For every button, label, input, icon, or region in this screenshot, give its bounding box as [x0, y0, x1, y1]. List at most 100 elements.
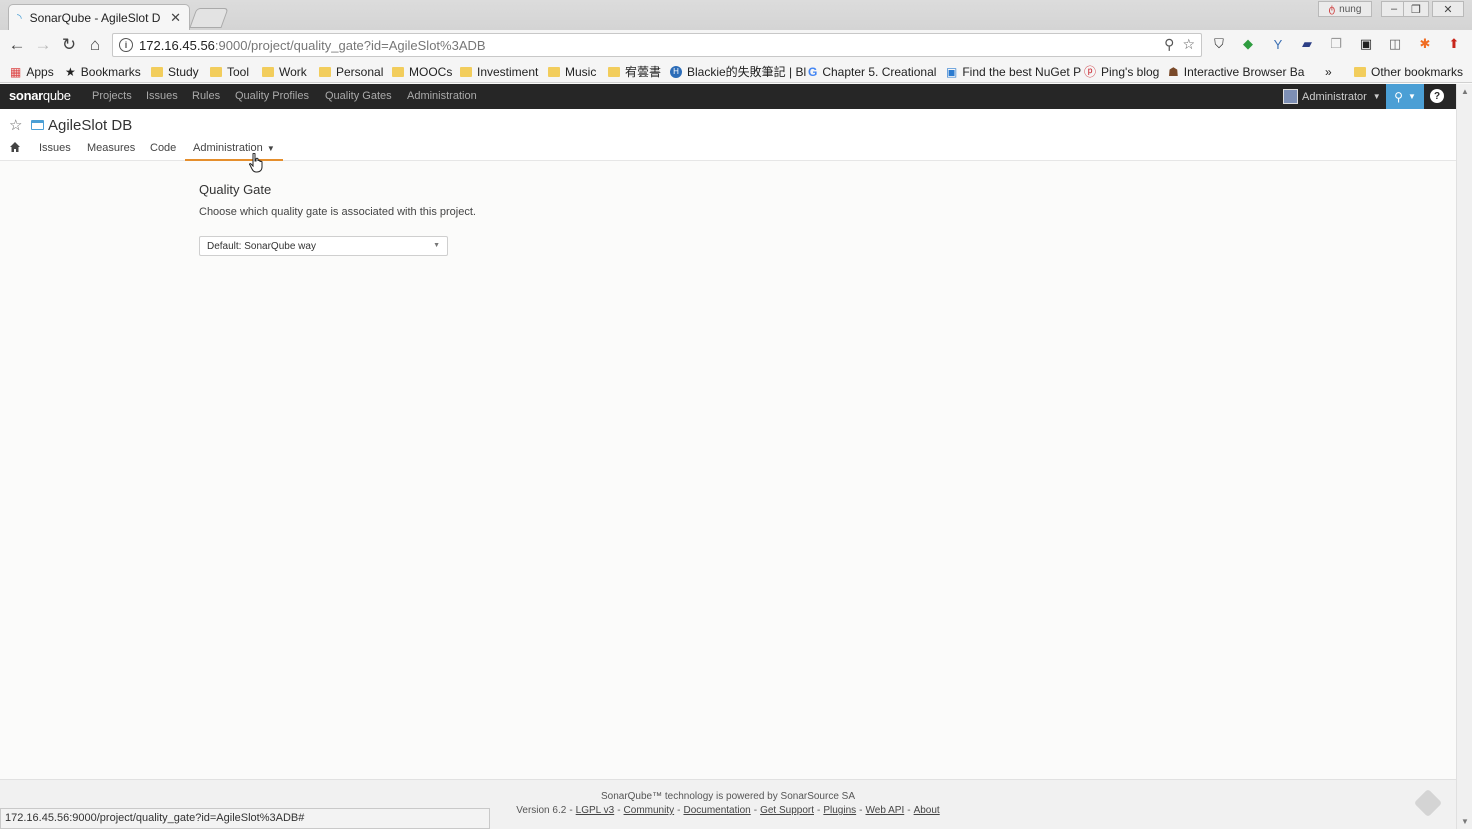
tab-close-icon[interactable]: ✕ [170, 10, 181, 26]
back-button[interactable]: ← [6, 34, 28, 56]
folder-icon [262, 66, 274, 77]
help-icon[interactable]: ? [1430, 89, 1444, 103]
footer-link-license[interactable]: LGPL v3 [576, 805, 615, 816]
bookmark-pings-blog[interactable]: ⓟ Ping's blog [1084, 63, 1159, 80]
orange-extension-icon[interactable]: ✱ [1416, 35, 1434, 53]
pinterest-icon: ⓟ [1084, 65, 1097, 79]
browser-toolbar: ← → ↻ ⌂ i 172.16.45.56:9000/project/qual… [0, 30, 1472, 60]
forward-button[interactable]: → [32, 34, 54, 56]
bookmark-folder-personal[interactable]: Personal [319, 63, 383, 80]
sonarqube-logo[interactable]: sonarqube [9, 88, 71, 103]
quality-gate-select[interactable]: Default: SonarQube way ▼ [199, 236, 448, 256]
footer-link-about[interactable]: About [914, 805, 940, 816]
close-window-button[interactable]: ✕ [1432, 1, 1464, 17]
quality-gate-selected: Default: SonarQube way [207, 240, 316, 252]
project-icon [31, 120, 44, 130]
bookmark-chapter5[interactable]: G Chapter 5. Creational [808, 63, 936, 80]
scroll-up-icon[interactable]: ▲ [1461, 87, 1469, 96]
bookmark-folder-investiment[interactable]: Investiment [460, 63, 538, 80]
bookmark-other[interactable]: Other bookmarks [1354, 63, 1463, 80]
folder-icon [608, 66, 620, 77]
nuget-icon: ▣ [946, 64, 958, 79]
home-button[interactable]: ⌂ [84, 34, 106, 56]
y-extension-icon[interactable]: Y [1269, 35, 1287, 53]
star-icon: ★ [65, 64, 76, 79]
copy-extension-icon[interactable]: ❐ [1327, 35, 1345, 53]
folder-icon [548, 66, 560, 77]
profile-name: nung [1339, 3, 1362, 15]
sonarqube-favicon-icon: ◝ [17, 10, 22, 25]
favorite-star-icon[interactable]: ☆ [9, 116, 22, 134]
info-icon[interactable]: i [119, 38, 133, 52]
bookmark-bookmarks[interactable]: ★ Bookmarks [65, 63, 141, 80]
search-icon: ⚲ [1394, 89, 1403, 104]
new-tab-button[interactable] [189, 8, 229, 28]
nav-quality-profiles[interactable]: Quality Profiles [235, 90, 309, 102]
bookmark-blackie[interactable]: H Blackie的失敗筆記 | Bl [670, 63, 806, 80]
user-menu[interactable]: Administrator ▼ [1283, 89, 1381, 104]
page-description: Choose which quality gate is associated … [199, 206, 476, 218]
bookmark-folder-books[interactable]: 宥蕓書 [608, 63, 661, 80]
zoom-icon[interactable]: ⚲ [1164, 36, 1174, 53]
hand-cursor-icon [249, 153, 263, 173]
global-search-button[interactable]: ⚲ ▼ [1386, 84, 1424, 109]
chevron-down-icon: ▼ [433, 242, 440, 249]
url-host: 172.16.45.56 [139, 37, 215, 53]
project-nav-administration[interactable]: Administration ▼ [185, 142, 283, 161]
bookmark-interactive-browser[interactable]: ☗ Interactive Browser Ba [1168, 63, 1320, 80]
reader-extension-icon[interactable]: ▰ [1298, 35, 1316, 53]
bookmark-folder-work[interactable]: Work [262, 63, 307, 80]
terminal-extension-icon[interactable]: ▣ [1357, 35, 1375, 53]
folder-icon [151, 66, 163, 77]
nav-quality-gates[interactable]: Quality Gates [325, 90, 392, 102]
evernote-extension-icon[interactable]: ◆ [1239, 35, 1257, 53]
footer-powered-by: SonarQube™ technology is powered by Sona… [600, 791, 856, 802]
project-header: ☆ AgileSlot DB Issues Measures Code Admi… [0, 109, 1456, 161]
footer-link-documentation[interactable]: Documentation [683, 805, 750, 816]
red-extension-icon[interactable]: ⬆ [1445, 35, 1463, 53]
browser-icon: ☗ [1168, 64, 1179, 79]
bookmark-nuget[interactable]: ▣ Find the best NuGet P [946, 63, 1081, 80]
chevron-down-icon: ▼ [1407, 92, 1416, 101]
scroll-down-icon[interactable]: ▼ [1461, 817, 1469, 826]
footer-link-support[interactable]: Get Support [760, 805, 814, 816]
project-nav-issues[interactable]: Issues [39, 142, 71, 154]
footer-link-community[interactable]: Community [624, 805, 675, 816]
footer-version: Version 6.2 [516, 805, 567, 816]
bookmark-folder-study[interactable]: Study [151, 63, 199, 80]
bookmarks-overflow-button[interactable]: » [1325, 63, 1332, 80]
nav-projects[interactable]: Projects [92, 90, 132, 102]
browser-tab-active[interactable]: ◝ SonarQube - AgileSlot D ✕ [8, 4, 190, 30]
page-scrollbar[interactable]: ▲ ▼ [1456, 84, 1472, 829]
blog-h-icon: H [670, 65, 682, 78]
tab-title: SonarQube - AgileSlot D [29, 10, 161, 25]
project-name: AgileSlot DB [48, 117, 133, 134]
apps-grid-icon: ▦ [10, 64, 22, 79]
home-icon[interactable] [9, 141, 21, 153]
avatar [1283, 89, 1298, 104]
bookmark-folder-music[interactable]: Music [548, 63, 596, 80]
bookmark-star-icon[interactable]: ☆ [1182, 36, 1195, 53]
pocket-extension-icon[interactable]: ⛉ [1210, 35, 1228, 53]
main-content: Quality Gate Choose which quality gate i… [0, 162, 1456, 779]
browser-status-bar: 172.16.45.56:9000/project/quality_gate?i… [0, 808, 490, 829]
bookmark-folder-moocs[interactable]: MOOCs [392, 63, 452, 80]
bookmark-folder-tool[interactable]: Tool [210, 63, 249, 80]
layout-extension-icon[interactable]: ◫ [1386, 35, 1404, 53]
bookmark-apps[interactable]: ▦ Apps [10, 63, 54, 80]
project-nav-measures[interactable]: Measures [87, 142, 135, 154]
footer-link-web-api[interactable]: Web API [866, 805, 905, 816]
nav-issues[interactable]: Issues [146, 90, 178, 102]
footer-link-plugins[interactable]: Plugins [823, 805, 856, 816]
address-bar[interactable]: i 172.16.45.56:9000/project/quality_gate… [112, 33, 1202, 57]
reload-button[interactable]: ↻ [58, 34, 80, 56]
project-nav-code[interactable]: Code [150, 142, 176, 154]
nav-rules[interactable]: Rules [192, 90, 220, 102]
folder-icon [392, 66, 404, 77]
nav-administration[interactable]: Administration [407, 90, 477, 102]
restore-button[interactable]: ❐ [1403, 1, 1429, 17]
profile-badge[interactable]: ტ nung [1318, 1, 1372, 17]
profile-icon: ტ [1328, 3, 1336, 15]
page-title: Quality Gate [199, 182, 272, 197]
bookmarks-bar: ▦ Apps ★ Bookmarks Study Tool Work Persona… [0, 60, 1472, 83]
